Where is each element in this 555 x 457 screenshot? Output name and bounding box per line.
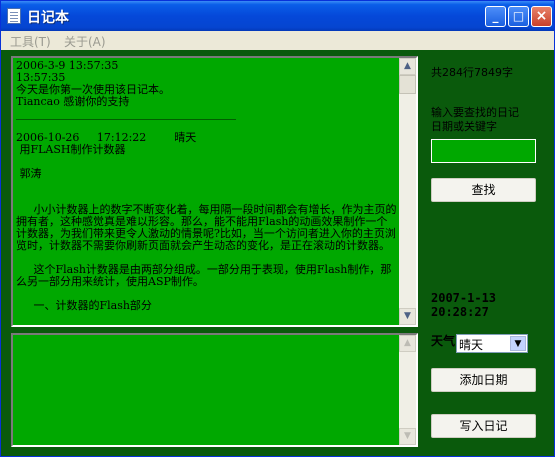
search-label-line2: 日期或关键字	[431, 120, 497, 133]
menu-bar: 工具(T) 关于(A)	[1, 31, 554, 50]
search-input[interactable]	[431, 139, 536, 163]
stats-label: 共284行7849字	[431, 66, 513, 79]
write-diary-button[interactable]: 写入日记	[431, 414, 536, 438]
weather-label: 天气	[431, 334, 456, 348]
entry-scrollbar[interactable]: ▲ ▼	[399, 335, 416, 445]
new-entry-content[interactable]	[15, 335, 398, 445]
diary-window: 日记本 _ □ × 工具(T) 关于(A) 2006-3-9 13:57:35 …	[0, 0, 555, 457]
weather-select[interactable]: 晴天 ▼	[456, 334, 528, 353]
menu-tools[interactable]: 工具(T)	[10, 33, 51, 50]
search-label-line1: 输入要查找的日记	[431, 106, 519, 119]
minimize-button[interactable]: _	[485, 6, 506, 27]
scroll-down-icon[interactable]: ▼	[399, 428, 416, 445]
scroll-up-icon[interactable]: ▲	[399, 335, 416, 352]
diary-content[interactable]: 2006-3-9 13:57:35 13:57:35 今天是你第一次使用该日记本…	[15, 58, 398, 325]
close-button[interactable]: ×	[531, 6, 552, 27]
menu-about[interactable]: 关于(A)	[64, 33, 106, 50]
diary-scrollbar[interactable]: ▲ ▼	[399, 58, 416, 325]
current-date: 2007-1-13	[431, 291, 497, 305]
scroll-thumb[interactable]	[399, 75, 416, 94]
scroll-up-icon[interactable]: ▲	[399, 58, 416, 75]
notepad-icon	[7, 8, 21, 24]
chevron-down-icon[interactable]: ▼	[510, 336, 526, 351]
add-date-button[interactable]: 添加日期	[431, 368, 536, 392]
weather-value: 晴天	[459, 338, 484, 352]
window-title: 日记本	[27, 10, 69, 26]
current-time: 20:28:27	[431, 305, 489, 319]
new-entry-text-area[interactable]: ▲ ▼	[11, 333, 418, 447]
maximize-button[interactable]: □	[508, 6, 529, 27]
scroll-down-icon[interactable]: ▼	[399, 308, 416, 325]
search-button[interactable]: 查找	[431, 178, 536, 202]
diary-text-area[interactable]: 2006-3-9 13:57:35 13:57:35 今天是你第一次使用该日记本…	[11, 56, 418, 327]
title-bar[interactable]: 日记本 _ □ ×	[1, 1, 554, 31]
